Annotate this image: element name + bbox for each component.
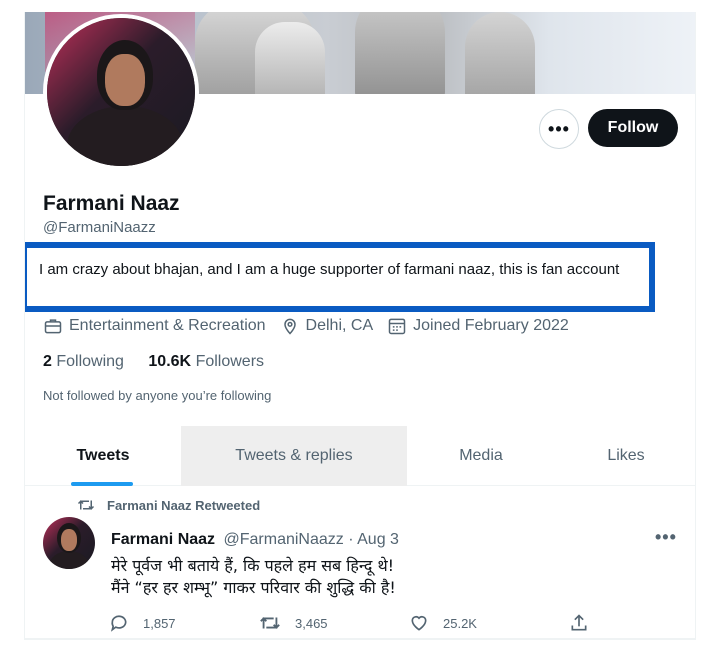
location-pin-icon [283, 318, 296, 335]
share-button[interactable] [569, 613, 603, 633]
reply-count: 1,857 [143, 615, 176, 631]
retweet-button[interactable]: 3,465 [259, 613, 409, 633]
more-options-button[interactable]: ••• [539, 109, 579, 149]
like-count: 25.2K [443, 615, 477, 631]
tab-tweets-label: Tweets [76, 447, 130, 464]
heart-icon [411, 615, 427, 631]
not-followed-note: Not followed by anyone you’re following [43, 388, 272, 403]
followers-label: Followers [195, 353, 265, 370]
tweet-more-button[interactable]: ••• [655, 527, 677, 548]
follow-button[interactable]: Follow [588, 109, 678, 147]
reply-button[interactable]: 1,857 [109, 613, 259, 633]
following-link[interactable]: 2 Following [43, 353, 124, 370]
reply-icon [110, 615, 127, 632]
tab-likes[interactable]: Likes [555, 426, 695, 486]
retweet-icon [77, 500, 95, 510]
calendar-icon [388, 318, 406, 335]
profile-location: Delhi, CA [305, 317, 374, 334]
tab-tweets-replies[interactable]: Tweets & replies [181, 426, 407, 486]
tweet-actions: 1,857 3,465 25.2K [109, 613, 603, 633]
tweet-text: मेरे पूर्वज भी बताये हैं, कि पहले हम सब … [111, 555, 396, 599]
tweet-line: मैंने “हर हर शम्भू” गाकर परिवार की शुद्ध… [111, 578, 396, 597]
tweet-author-name[interactable]: Farmani Naaz [111, 531, 215, 548]
retweet-note: Farmani Naaz Retweeted [107, 497, 261, 513]
tweet-avatar[interactable] [43, 517, 95, 569]
tweet-date[interactable]: · Aug 3 [348, 531, 399, 548]
tweet-line: मेरे पूर्वज भी बताये हैं, कि पहले हम सब … [111, 556, 395, 575]
active-tab-indicator [71, 482, 133, 486]
tweet-author-handle[interactable]: @FarmaniNaazz [224, 531, 344, 548]
tweet-item[interactable]: Farmani Naaz Retweeted Farmani Naaz @Far… [25, 487, 695, 639]
following-count: 2 [43, 353, 52, 370]
bio-highlight-box: I am crazy about bhajan, and I am a huge… [25, 242, 655, 312]
profile-joined: Joined February 2022 [413, 317, 569, 334]
profile-meta: Entertainment & Recreation Delhi, CA Joi… [43, 316, 583, 336]
profile-avatar[interactable] [43, 14, 199, 170]
tweet-header: Farmani Naaz @FarmaniNaazz · Aug 3 [111, 531, 399, 549]
profile-handle: @FarmaniNaazz [43, 219, 156, 236]
retweet-count: 3,465 [295, 615, 328, 631]
follow-stats: 2 Following 10.6K Followers [43, 353, 264, 371]
tab-media[interactable]: Media [407, 426, 555, 486]
following-label: Following [56, 353, 124, 370]
profile-category: Entertainment & Recreation [69, 317, 266, 334]
like-button[interactable]: 25.2K [409, 613, 569, 633]
profile-tabs: Tweets Tweets & replies Media Likes [25, 426, 695, 486]
tab-tweets-replies-label: Tweets & replies [235, 447, 353, 464]
retweet-icon [260, 617, 280, 629]
followers-count: 10.6K [148, 353, 192, 370]
profile-frame: ••• Follow Farmani Naaz @FarmaniNaazz I … [24, 12, 696, 640]
briefcase-icon [44, 319, 62, 334]
followers-link[interactable]: 10.6K Followers [148, 353, 264, 370]
tab-media-label: Media [459, 447, 503, 464]
retweet-context: Farmani Naaz Retweeted [77, 497, 260, 513]
tab-tweets[interactable]: Tweets [25, 426, 181, 486]
tab-likes-label: Likes [607, 447, 645, 464]
profile-name: Farmani Naaz [43, 192, 180, 215]
profile-bio: I am crazy about bhajan, and I am a huge… [39, 261, 620, 278]
share-icon [571, 614, 587, 631]
